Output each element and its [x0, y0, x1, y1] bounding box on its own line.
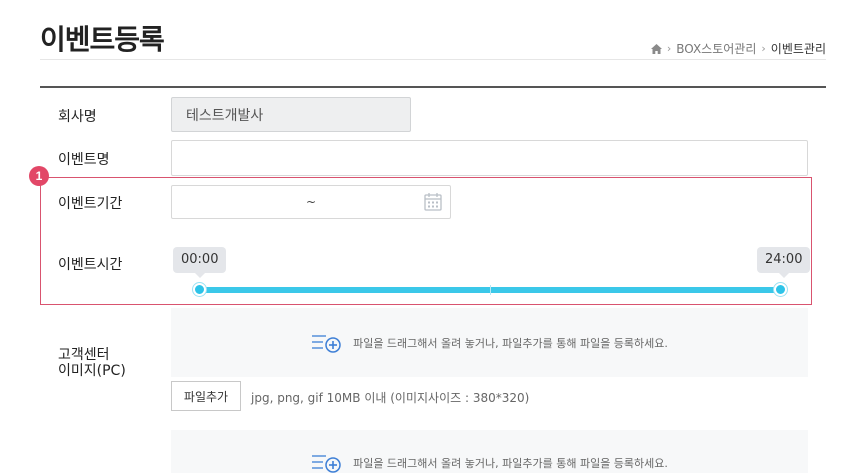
form-top-border — [40, 86, 826, 88]
chevron-right-icon: › — [761, 42, 766, 55]
dropzone-text: 파일을 드래그해서 올려 놓거나, 파일추가를 통해 파일을 등록하세요. — [353, 336, 668, 350]
breadcrumb-item-event: 이벤트관리 — [770, 42, 826, 56]
time-end-tooltip: 24:00 — [757, 247, 811, 278]
add-file-button[interactable]: 파일추가 — [171, 381, 241, 411]
dropzone-text: 파일을 드래그해서 올려 놓거나, 파일추가를 통해 파일을 등록하세요. — [353, 457, 668, 470]
home-icon[interactable] — [650, 43, 662, 54]
breadcrumb: › BOX스토어관리 › 이벤트관리 — [650, 40, 826, 57]
time-start-handle[interactable] — [193, 283, 206, 296]
event-name-input[interactable] — [171, 140, 808, 176]
page-title: 이벤트등록 — [40, 23, 165, 56]
time-start-tooltip: 00:00 — [173, 247, 227, 278]
event-period-label: 이벤트기간 — [58, 196, 123, 212]
event-name-label: 이벤트명 — [58, 152, 110, 168]
add-file-icon — [312, 455, 341, 473]
title-divider — [40, 59, 826, 60]
image-pc-label-line2: 이미지(PC) — [58, 363, 126, 379]
time-end-handle[interactable] — [774, 283, 787, 296]
chevron-right-icon: › — [666, 42, 672, 55]
image-second-dropzone[interactable]: 파일을 드래그해서 올려 놓거나, 파일추가를 통해 파일을 등록하세요. — [171, 430, 808, 473]
file-hint: jpg, png, gif 10MB 이내 (이미지사이즈 : 380*320) — [251, 391, 530, 405]
event-period-input[interactable]: ~ — [171, 185, 451, 219]
calendar-icon[interactable] — [424, 192, 442, 211]
company-field: 테스트개발사 — [171, 97, 411, 132]
breadcrumb-item-box-store[interactable]: BOX스토어관리 — [676, 40, 756, 57]
company-value: 테스트개발사 — [186, 107, 264, 124]
image-pc-label: 고객센터 이미지(PC) — [58, 347, 126, 379]
company-label: 회사명 — [58, 109, 97, 125]
add-file-icon — [312, 334, 341, 353]
image-pc-dropzone[interactable]: 파일을 드래그해서 올려 놓거나, 파일추가를 통해 파일을 등록하세요. — [171, 308, 808, 377]
image-pc-label-line1: 고객센터 — [58, 347, 110, 363]
annotation-marker: 1 — [29, 166, 49, 186]
date-range-separator: ~ — [305, 195, 317, 209]
time-range-midpoint — [490, 285, 491, 295]
event-time-label: 이벤트시간 — [58, 257, 123, 273]
